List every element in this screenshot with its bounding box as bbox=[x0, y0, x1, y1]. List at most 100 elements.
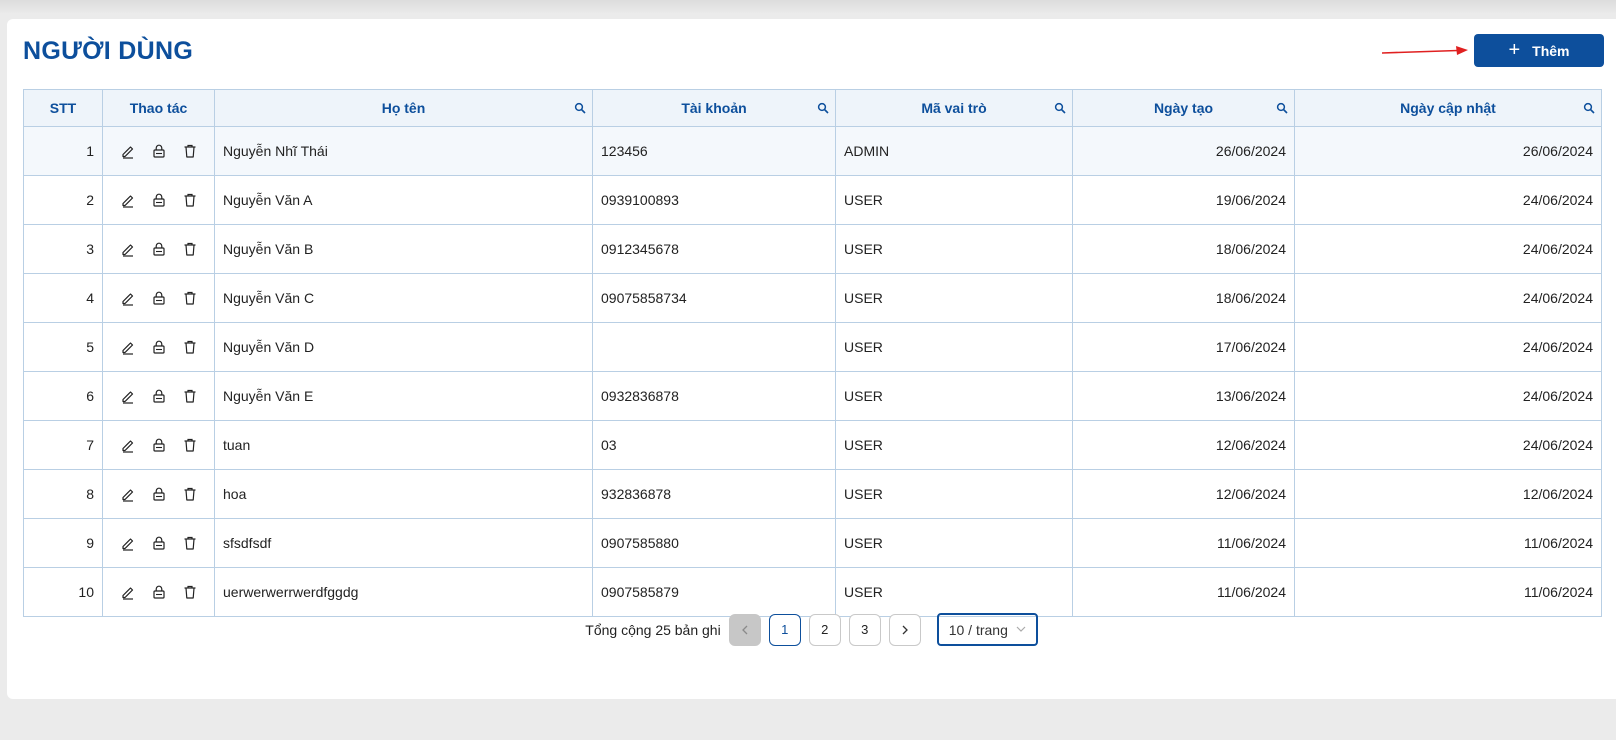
table-row[interactable]: 2 Nguyễn Văn A 0939100893 USER 19/06/2024 24/… bbox=[23, 175, 1602, 225]
column-header-label: Ngày cập nhật bbox=[1400, 100, 1496, 116]
edit-icon[interactable] bbox=[120, 388, 136, 404]
table-row[interactable]: 9 sfsdfsdf 0907585880 USER 11/06/2024 11/06/2… bbox=[23, 518, 1602, 568]
edit-icon[interactable] bbox=[120, 486, 136, 502]
cell-created: 13/06/2024 bbox=[1072, 371, 1295, 421]
cell-name: Nguyễn Văn B bbox=[214, 224, 593, 274]
cell-account: 09075858734 bbox=[592, 273, 836, 323]
lock-icon[interactable] bbox=[151, 143, 167, 159]
annotation-arrow-icon bbox=[1382, 46, 1468, 55]
delete-icon[interactable] bbox=[182, 486, 198, 502]
next-page-button[interactable] bbox=[888, 613, 921, 646]
table-row[interactable]: 10 uerwerwerrwerdfggdg 0907585879 USER 11/06… bbox=[23, 567, 1602, 617]
search-icon[interactable] bbox=[1583, 102, 1595, 114]
add-user-button[interactable]: + Thêm bbox=[1474, 34, 1604, 67]
delete-icon[interactable] bbox=[182, 339, 198, 355]
cell-role: USER bbox=[835, 469, 1073, 519]
page-button-2[interactable]: 2 bbox=[808, 613, 841, 646]
cell-role: USER bbox=[835, 175, 1073, 225]
cell-updated: 12/06/2024 bbox=[1294, 469, 1602, 519]
lock-icon[interactable] bbox=[151, 388, 167, 404]
cell-actions bbox=[102, 567, 215, 617]
lock-icon[interactable] bbox=[151, 192, 167, 208]
cell-role: USER bbox=[835, 420, 1073, 470]
page-button-3[interactable]: 3 bbox=[848, 613, 881, 646]
cell-name: Nguyễn Văn C bbox=[214, 273, 593, 323]
table-row[interactable]: 4 Nguyễn Văn C 09075858734 USER 18/06/2024 24… bbox=[23, 273, 1602, 323]
delete-icon[interactable] bbox=[182, 388, 198, 404]
cell-account: 0907585879 bbox=[592, 567, 836, 617]
cell-account: 0912345678 bbox=[592, 224, 836, 274]
edit-icon[interactable] bbox=[120, 241, 136, 257]
search-icon[interactable] bbox=[817, 102, 829, 114]
column-header-stt: STT bbox=[23, 89, 103, 127]
cell-stt: 6 bbox=[23, 371, 103, 421]
row-actions bbox=[111, 388, 206, 404]
cell-updated: 26/06/2024 bbox=[1294, 126, 1602, 176]
row-actions bbox=[111, 535, 206, 551]
cell-stt: 4 bbox=[23, 273, 103, 323]
search-icon[interactable] bbox=[1054, 102, 1066, 114]
cell-actions bbox=[102, 420, 215, 470]
lock-icon[interactable] bbox=[151, 241, 167, 257]
lock-icon[interactable] bbox=[151, 290, 167, 306]
delete-icon[interactable] bbox=[182, 290, 198, 306]
table-row[interactable]: 7 tuan 03 USER 12/06/2024 24/06/2024 bbox=[23, 420, 1602, 470]
cell-stt: 9 bbox=[23, 518, 103, 568]
lock-icon[interactable] bbox=[151, 437, 167, 453]
edit-icon[interactable] bbox=[120, 437, 136, 453]
cell-account: 03 bbox=[592, 420, 836, 470]
cell-stt: 7 bbox=[23, 420, 103, 470]
delete-icon[interactable] bbox=[182, 535, 198, 551]
cell-stt: 1 bbox=[23, 126, 103, 176]
column-header-label: Tài khoản bbox=[681, 100, 747, 116]
page-size-select[interactable]: 10 / trang bbox=[936, 613, 1038, 646]
table-row[interactable]: 8 hoa 932836878 USER 12/06/2024 12/06/2024 bbox=[23, 469, 1602, 519]
cell-name: Nguyễn Văn D bbox=[214, 322, 593, 372]
edit-icon[interactable] bbox=[120, 584, 136, 600]
add-user-label: Thêm bbox=[1532, 42, 1570, 59]
table-row[interactable]: 3 Nguyễn Văn B 0912345678 USER 18/06/2024 24/… bbox=[23, 224, 1602, 274]
delete-icon[interactable] bbox=[182, 143, 198, 159]
pagination: Tổng cộng 25 bản ghi 123 10 / trang bbox=[7, 613, 1616, 646]
edit-icon[interactable] bbox=[120, 339, 136, 355]
row-actions bbox=[111, 241, 206, 257]
edit-icon[interactable] bbox=[120, 192, 136, 208]
column-header-label: Họ tên bbox=[381, 100, 426, 116]
column-header-label: STT bbox=[49, 100, 77, 116]
lock-icon[interactable] bbox=[151, 486, 167, 502]
cell-role: USER bbox=[835, 273, 1073, 323]
column-header-label: Mã vai trò bbox=[921, 100, 987, 116]
row-actions bbox=[111, 290, 206, 306]
table-row[interactable]: 5 Nguyễn Văn D USER 17/06/2024 24/06/2024 bbox=[23, 322, 1602, 372]
column-header-updated: Ngày cập nhật bbox=[1294, 89, 1602, 127]
delete-icon[interactable] bbox=[182, 584, 198, 600]
table-row[interactable]: 6 Nguyễn Văn E 0932836878 USER 13/06/2024 24/… bbox=[23, 371, 1602, 421]
page-button-1[interactable]: 1 bbox=[768, 613, 801, 646]
cell-account: 0907585880 bbox=[592, 518, 836, 568]
cell-created: 12/06/2024 bbox=[1072, 469, 1295, 519]
cell-stt: 5 bbox=[23, 322, 103, 372]
row-actions bbox=[111, 584, 206, 600]
cell-role: USER bbox=[835, 224, 1073, 274]
cell-role: USER bbox=[835, 371, 1073, 421]
cell-updated: 11/06/2024 bbox=[1294, 518, 1602, 568]
lock-icon[interactable] bbox=[151, 339, 167, 355]
table-row[interactable]: 1 Nguyễn Nhĩ Thái 123456 ADMIN 26/06/2024 26/… bbox=[23, 126, 1602, 176]
delete-icon[interactable] bbox=[182, 241, 198, 257]
edit-icon[interactable] bbox=[120, 290, 136, 306]
lock-icon[interactable] bbox=[151, 584, 167, 600]
delete-icon[interactable] bbox=[182, 437, 198, 453]
cell-account: 0939100893 bbox=[592, 175, 836, 225]
edit-icon[interactable] bbox=[120, 143, 136, 159]
prev-page-button[interactable] bbox=[728, 613, 761, 646]
search-icon[interactable] bbox=[1276, 102, 1288, 114]
cell-actions bbox=[102, 469, 215, 519]
edit-icon[interactable] bbox=[120, 535, 136, 551]
lock-icon[interactable] bbox=[151, 535, 167, 551]
search-icon[interactable] bbox=[574, 102, 586, 114]
cell-stt: 8 bbox=[23, 469, 103, 519]
plus-icon: + bbox=[1508, 38, 1521, 61]
delete-icon[interactable] bbox=[182, 192, 198, 208]
cell-actions bbox=[102, 322, 215, 372]
cell-actions bbox=[102, 371, 215, 421]
